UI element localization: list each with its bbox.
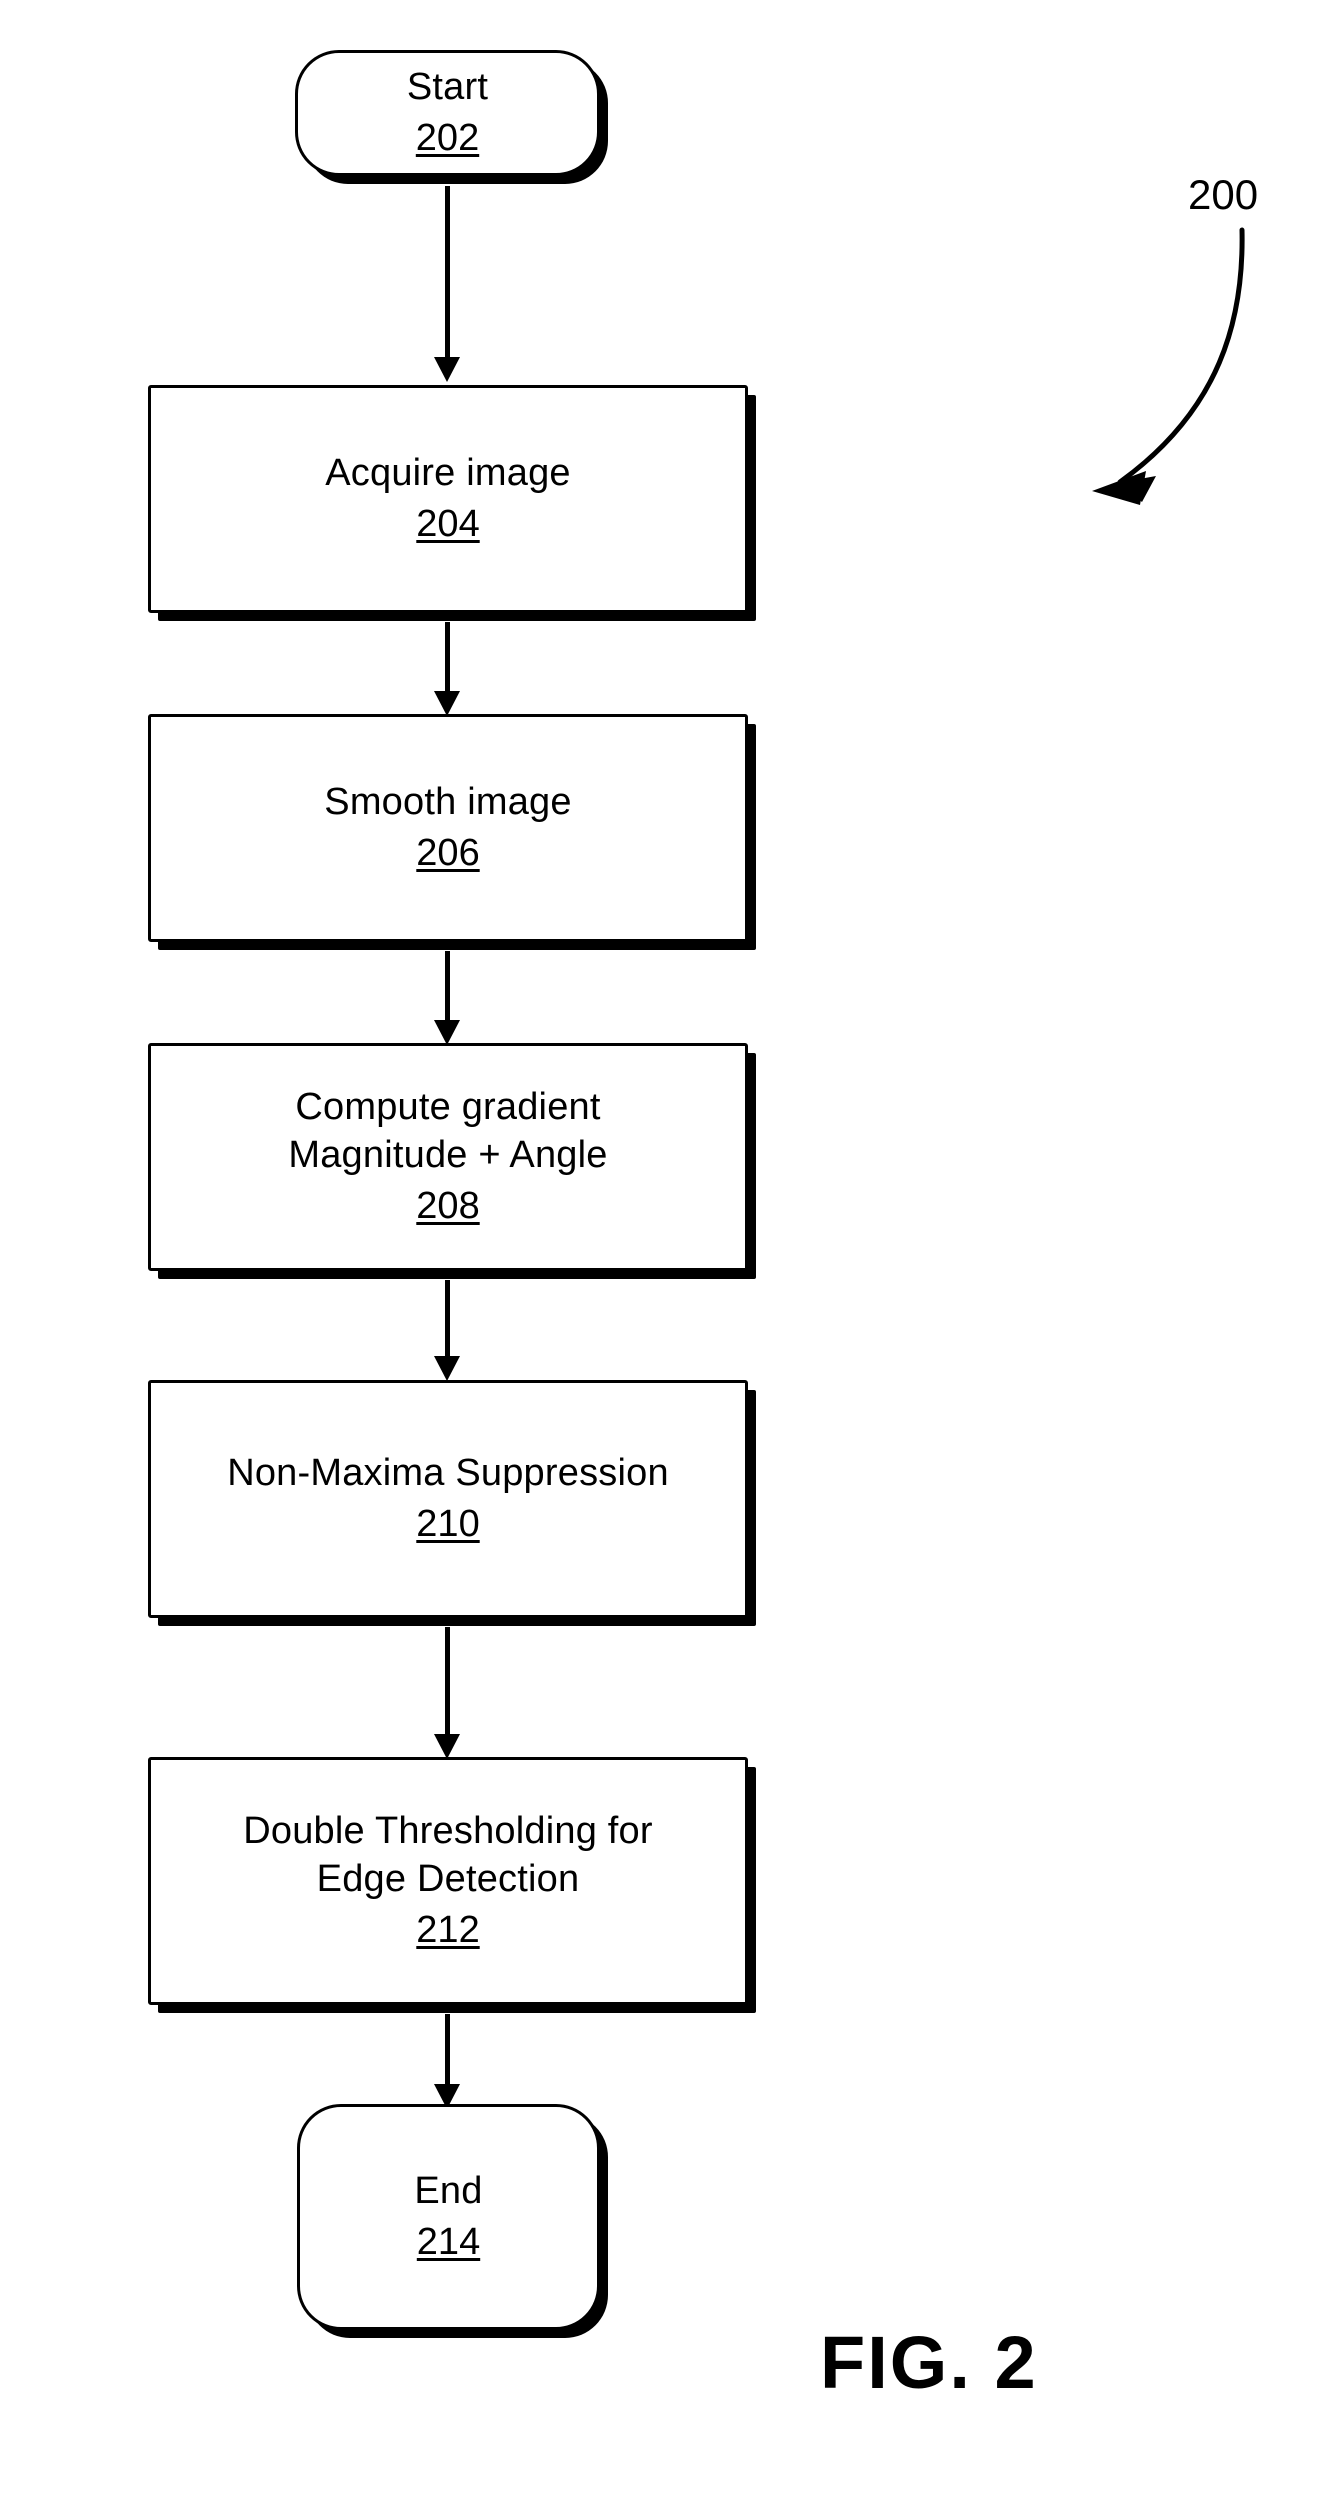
node-label-compute-gradient-line1: Compute gradient [295, 1086, 601, 1128]
node-label-start: Start [406, 66, 489, 108]
connector-shaft [445, 1280, 450, 1356]
arrowhead-down-icon [434, 357, 460, 382]
flowchart-node-non-maxima-suppression: Non-Maxima Suppression 210 [148, 1380, 748, 1618]
arrowhead-down-icon [434, 1356, 460, 1381]
flowchart-node-double-thresholding: Double Thresholding for Edge Detection 2… [148, 1757, 748, 2005]
patent-figure-page: Start 202 Acquire image 204 Smooth image… [0, 0, 1332, 2505]
flowchart-node-end: End 214 [297, 2104, 600, 2330]
reference-leader-curved-arrow-icon [1092, 227, 1245, 505]
node-ref-202: 202 [415, 117, 480, 159]
node-label-non-maxima-suppression: Non-Maxima Suppression [227, 1452, 669, 1494]
node-ref-210: 210 [416, 1503, 480, 1545]
node-ref-204: 204 [416, 503, 480, 545]
arrowhead-down-icon [434, 1020, 460, 1045]
node-label-double-thresholding-line2: Edge Detection [316, 1858, 580, 1900]
node-ref-214: 214 [416, 2221, 481, 2263]
connector-shaft [445, 1627, 450, 1734]
node-ref-208: 208 [416, 1185, 480, 1227]
flowchart-node-acquire-image: Acquire image 204 [148, 385, 748, 613]
node-label-smooth-image: Smooth image [324, 781, 572, 823]
node-ref-212: 212 [416, 1909, 480, 1951]
node-label-compute-gradient-line2: Magnitude + Angle [288, 1134, 608, 1176]
arrowhead-down-icon [434, 1734, 460, 1759]
connector-shaft [445, 2014, 450, 2084]
connector-shaft [445, 622, 450, 691]
node-label-acquire-image: Acquire image [325, 452, 571, 494]
figure-caption: FIG. 2 [820, 2321, 1038, 2404]
flowchart-node-compute-gradient: Compute gradient Magnitude + Angle 208 [148, 1043, 748, 1271]
connector-shaft [445, 186, 450, 357]
node-label-double-thresholding-line1: Double Thresholding for [243, 1810, 653, 1852]
node-ref-206: 206 [416, 832, 480, 874]
flowchart-node-smooth-image: Smooth image 206 [148, 714, 748, 942]
node-label-end: End [414, 2170, 483, 2212]
connector-shaft [445, 951, 450, 1020]
flowchart-node-start: Start 202 [295, 50, 600, 176]
arrowhead-down-icon [434, 691, 460, 716]
